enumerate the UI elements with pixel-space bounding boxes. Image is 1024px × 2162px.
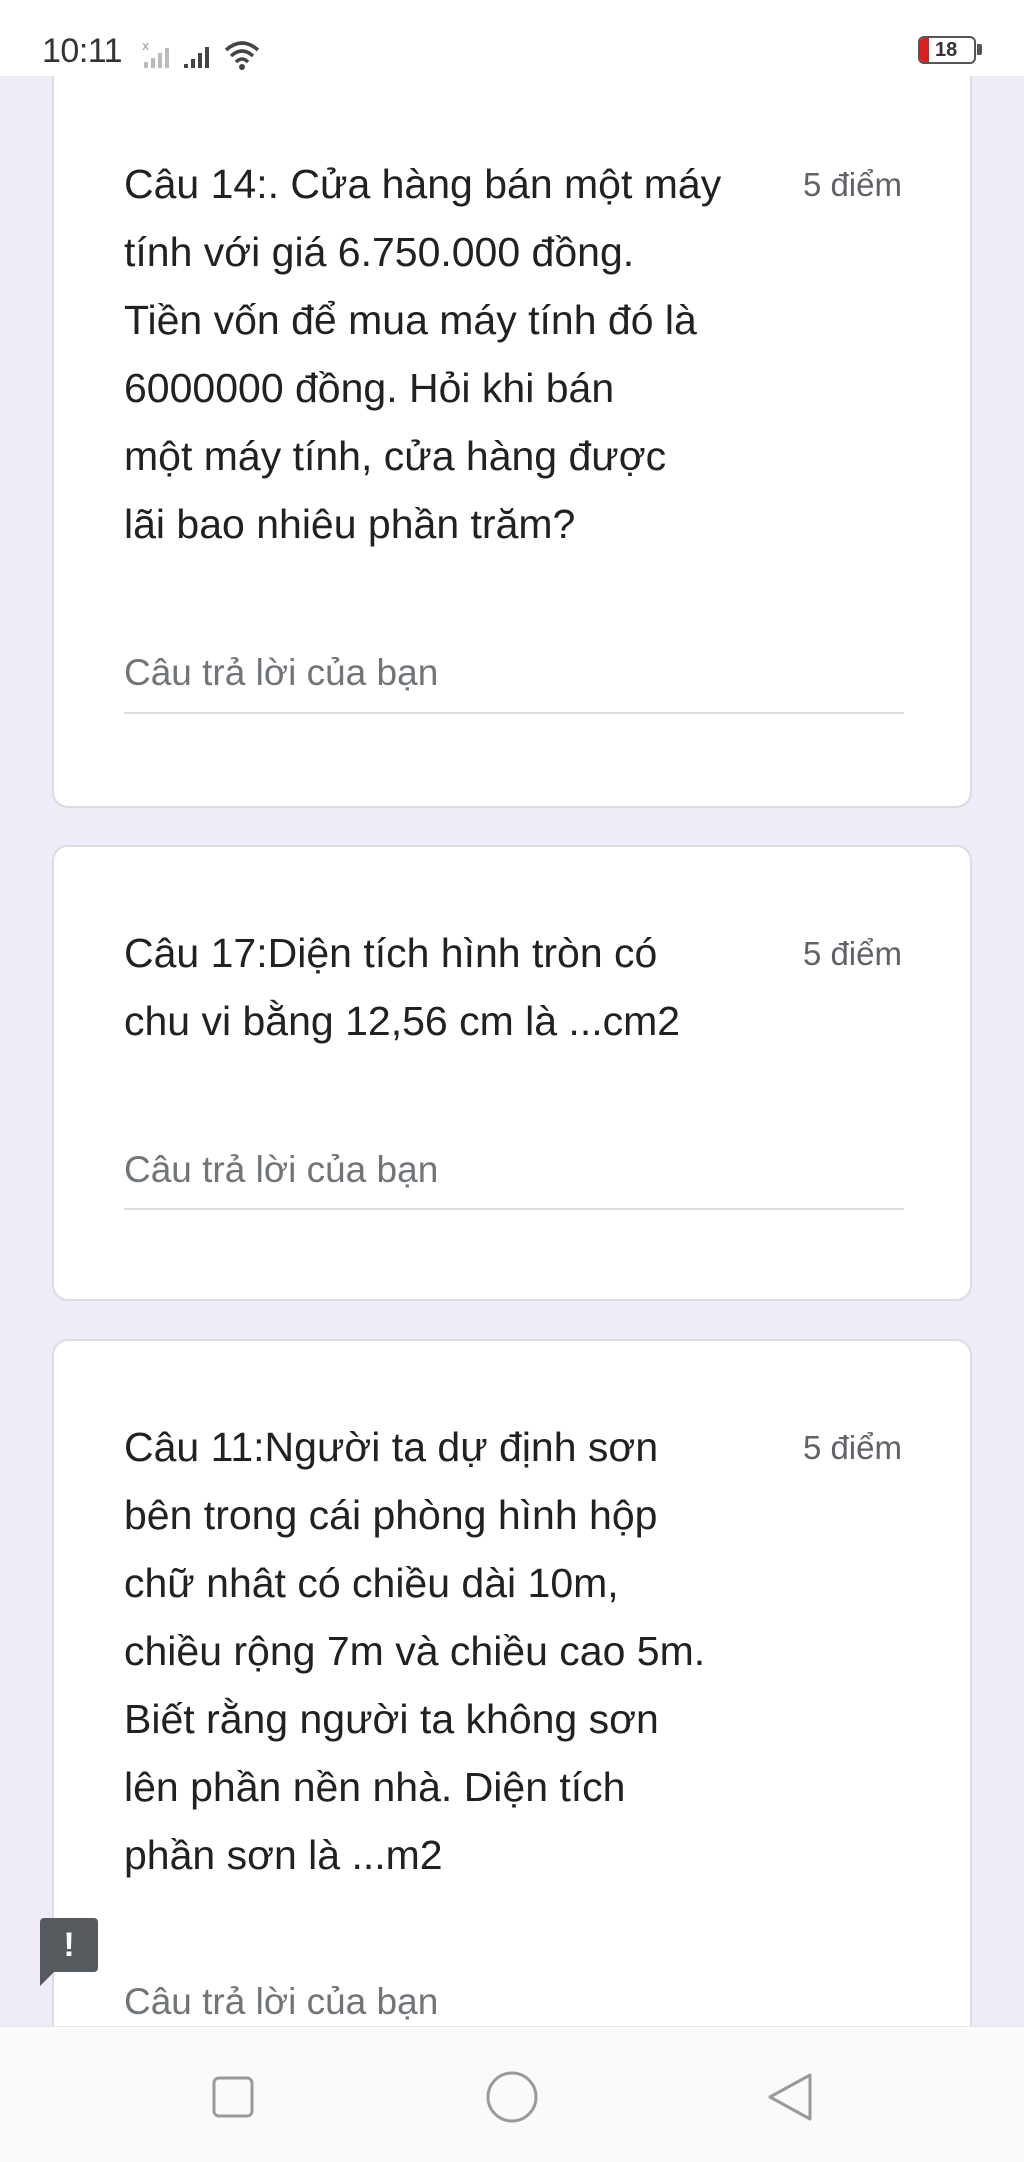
question-line: lãi bao nhiêu phần trăm?: [124, 501, 576, 547]
points-label: 5 điểm: [802, 935, 902, 972]
navigation-bar: [0, 2026, 1024, 2162]
status-bar: 10:11 x 18: [0, 0, 1024, 76]
question-line: Câu 14:. Cửa hàng bán một máy: [124, 161, 722, 207]
wifi-icon: [224, 41, 260, 70]
report-feedback-icon[interactable]: !: [40, 1918, 98, 1986]
question-line: Câu 11:Người ta dự định sơn: [124, 1424, 659, 1470]
points-label: 5 điểm: [802, 1429, 902, 1466]
answer-input[interactable]: Câu trả lời của bạn: [124, 652, 438, 694]
question-line: 6000000 đồng. Hỏi khi bán: [124, 365, 615, 411]
sim-signal-icon: x: [142, 40, 169, 68]
answer-input[interactable]: Câu trả lời của bạn: [124, 1981, 438, 2023]
points-label: 5 điểm: [802, 166, 902, 203]
battery-level: 18: [935, 38, 958, 61]
answer-underline: [124, 1208, 904, 1210]
question-line: Biết rằng người ta không sơn: [124, 1696, 659, 1742]
answer-input[interactable]: Câu trả lời của bạn: [124, 1149, 438, 1191]
question-line: lên phần nền nhà. Diện tích: [124, 1764, 626, 1810]
answer-underline: [124, 712, 904, 714]
question-line: Tiền vốn để mua máy tính đó là: [124, 297, 697, 343]
question-line: chu vi bằng 12,56 cm là ...cm2: [124, 998, 681, 1044]
question-line: tính với giá 6.750.000 đồng.: [124, 229, 635, 275]
question-line: chữ nhât có chiều dài 10m,: [124, 1560, 619, 1606]
status-icons: x: [140, 30, 260, 70]
question-text: Câu 14:. Cửa hàng bán một máy tính với g…: [124, 150, 784, 558]
question-line: phần sơn là ...m2: [124, 1832, 443, 1878]
question-line: chiều rộng 7m và chiều cao 5m.: [124, 1628, 706, 1674]
question-card: Câu 11:Người ta dự định sơn bên trong cá…: [52, 1339, 972, 2039]
question-text: Câu 11:Người ta dự định sơn bên trong cá…: [124, 1413, 784, 1889]
question-line: Câu 17:Diện tích hình tròn có: [124, 930, 658, 976]
recents-square-icon[interactable]: [203, 2067, 263, 2127]
svg-text:x: x: [142, 40, 149, 53]
battery-icon: 18: [918, 36, 976, 64]
signal-icon: [184, 47, 209, 68]
question-line: bên trong cái phòng hình hộp: [124, 1492, 658, 1538]
home-circle-icon[interactable]: [482, 2067, 542, 2127]
question-card: Câu 14:. Cửa hàng bán một máy tính với g…: [52, 76, 972, 808]
back-triangle-icon[interactable]: [760, 2067, 820, 2127]
question-text: Câu 17:Diện tích hình tròn có chu vi bằn…: [124, 919, 784, 1055]
question-line: một máy tính, cửa hàng được: [124, 433, 667, 479]
status-time: 10:11: [42, 32, 123, 70]
question-card: Câu 17:Diện tích hình tròn có chu vi bằn…: [52, 845, 972, 1301]
